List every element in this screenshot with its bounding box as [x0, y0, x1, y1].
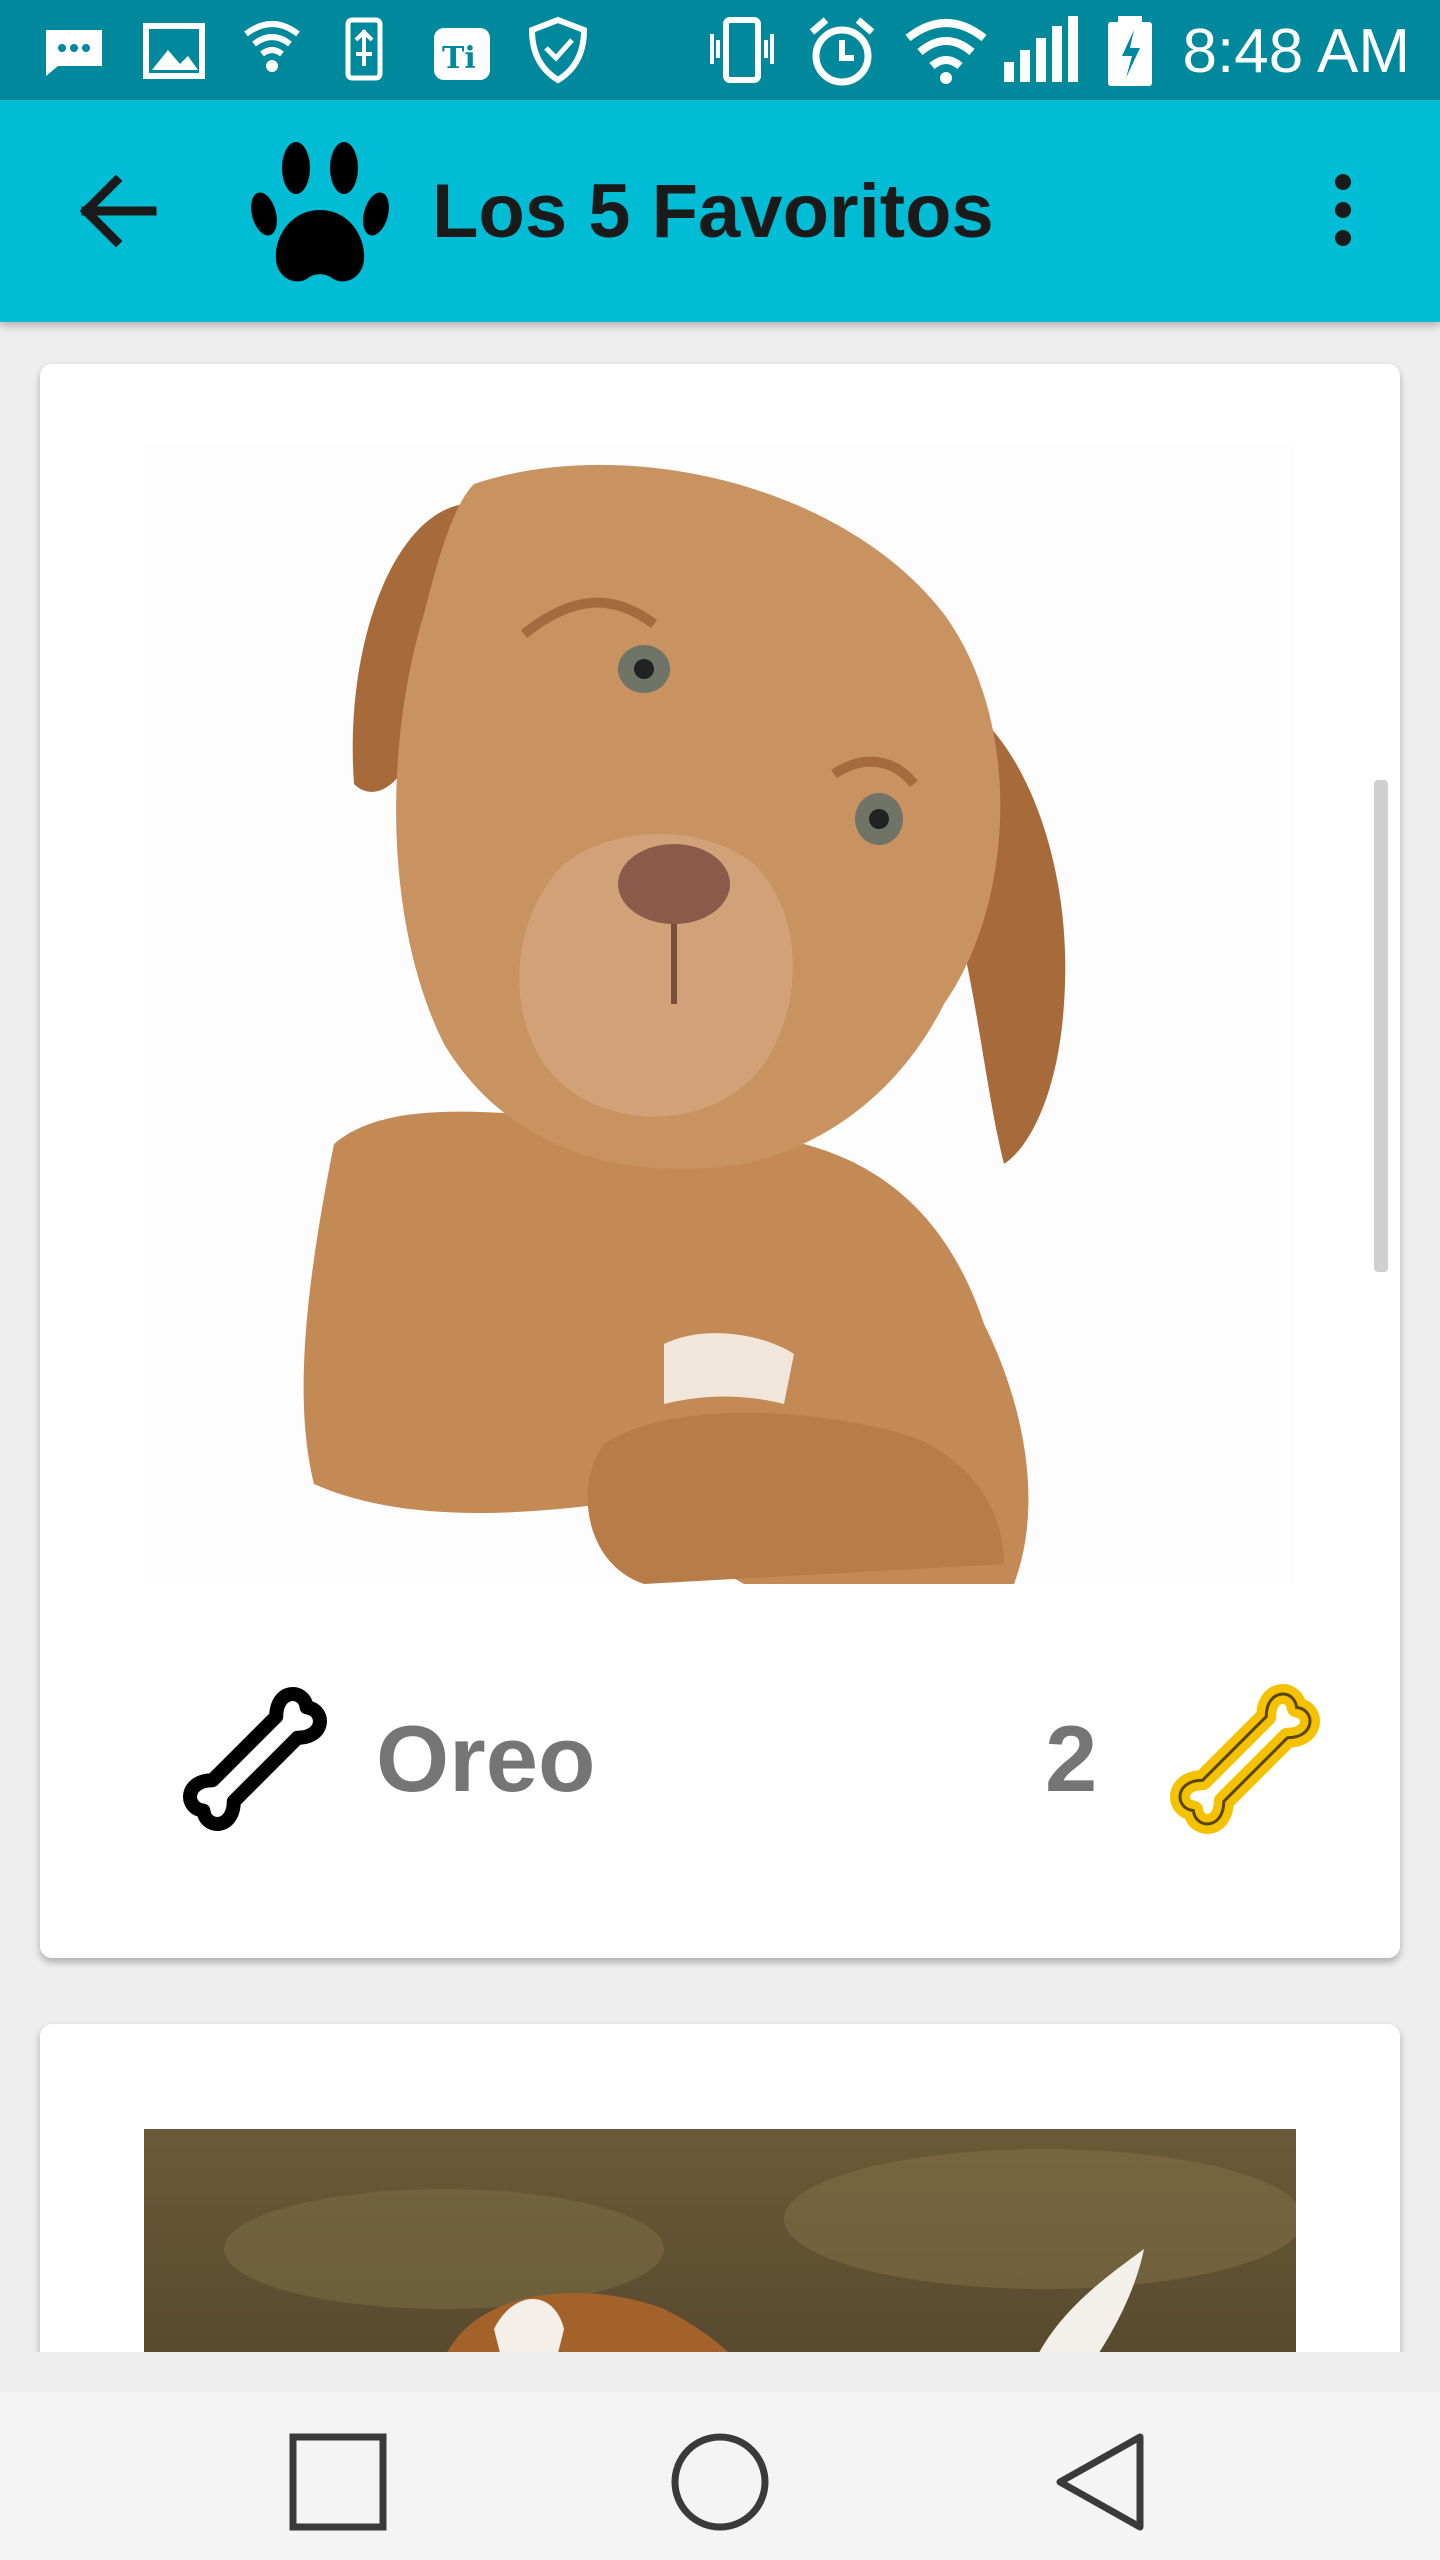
signal-icon — [1004, 16, 1078, 82]
recent-apps-icon[interactable] — [278, 2422, 398, 2542]
home-icon[interactable] — [660, 2422, 780, 2542]
pet-name: Oreo — [376, 1706, 596, 1811]
status-time: 8:48 AM — [1182, 17, 1410, 86]
navigation-bar — [0, 2392, 1440, 2560]
puppy-photo — [144, 444, 1294, 1584]
arrow-back-icon[interactable] — [60, 165, 170, 257]
gold-bone-icon — [1170, 1684, 1320, 1834]
page-title: Los 5 Favoritos — [432, 169, 994, 254]
likes-count: 2 — [1045, 1706, 1098, 1811]
messages-icon — [46, 30, 102, 76]
status-bar: Ti 8:48 AM — [0, 0, 1440, 100]
security-shield-icon — [528, 16, 588, 84]
paw-icon — [251, 142, 389, 282]
scrollbar[interactable] — [1374, 780, 1388, 1272]
pet-card[interactable] — [40, 2024, 1400, 2352]
alarm-icon — [809, 17, 875, 86]
battery-charging-icon — [1108, 16, 1152, 86]
pet-card[interactable]: Oreo 2 — [40, 364, 1400, 1958]
favorites-list[interactable]: Oreo 2 — [0, 322, 1440, 2352]
back-triangle-icon[interactable] — [1040, 2422, 1160, 2542]
more-vert-icon[interactable] — [1318, 160, 1368, 260]
beagle-photo — [144, 2129, 1296, 2352]
image-icon — [143, 23, 205, 79]
ti-app-icon: Ti — [434, 28, 490, 80]
svg-text:Ti: Ti — [442, 41, 476, 76]
usb-icon — [345, 17, 383, 81]
wifi-icon — [905, 19, 987, 84]
vpn-shield-icon — [244, 21, 300, 72]
bone-icon[interactable] — [160, 1664, 350, 1854]
vibrate-icon — [710, 17, 774, 83]
app-bar: Los 5 Favoritos — [0, 100, 1440, 322]
